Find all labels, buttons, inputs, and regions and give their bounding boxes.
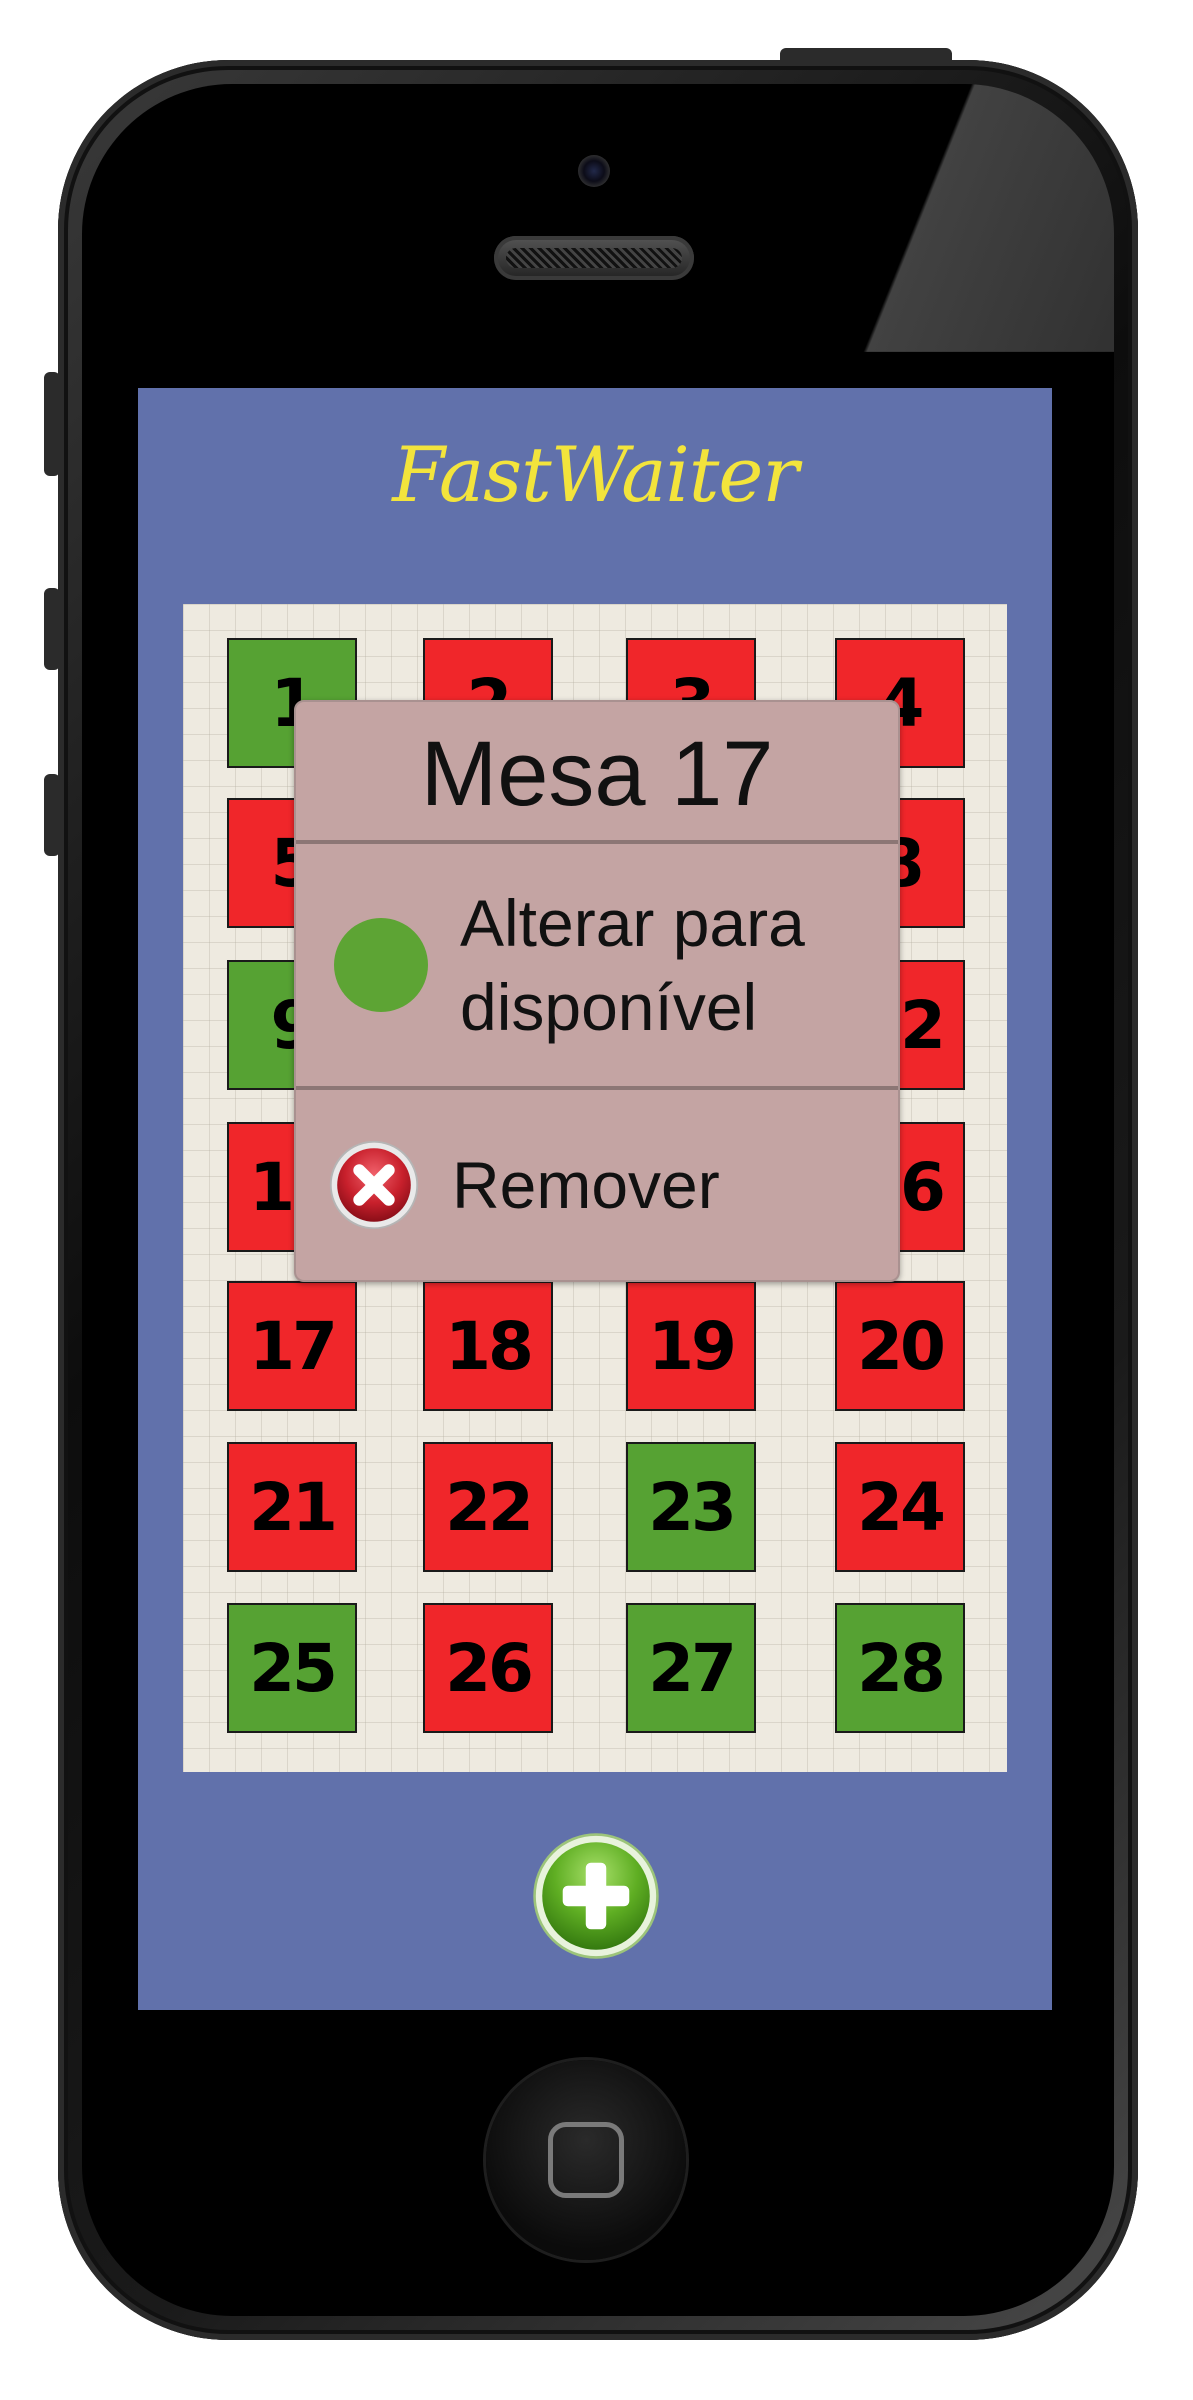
table-tile-22[interactable]: 22 [423,1442,553,1572]
set-available-option[interactable]: Alterar para disponível [296,844,898,1086]
table-tile-24[interactable]: 24 [835,1442,965,1572]
earpiece-speaker [494,236,694,280]
dialog-title: Mesa 17 [420,722,774,825]
table-options-dialog: Mesa 17 Alterar para disponível Remover [294,700,900,1282]
set-available-label-line2: disponível [460,970,758,1044]
table-tile-20[interactable]: 20 [835,1281,965,1411]
green-dot-icon [334,918,428,1012]
front-camera-icon [578,155,610,187]
table-tile-19[interactable]: 19 [626,1281,756,1411]
table-tile-21[interactable]: 21 [227,1442,357,1572]
remove-x-icon [329,1140,419,1230]
remove-option[interactable]: Remover [296,1090,898,1280]
remove-label: Remover [452,1148,720,1222]
table-tile-26[interactable]: 26 [423,1603,553,1733]
table-tile-25[interactable]: 25 [227,1603,357,1733]
home-square-icon [548,2122,624,2198]
home-button [486,2060,686,2260]
set-available-label: Alterar para disponível [460,881,805,1049]
table-tile-23[interactable]: 23 [626,1442,756,1572]
add-table-button[interactable] [532,1832,660,1960]
app-screen: FastWaiter 12345678910111213141516171819… [138,388,1052,2010]
app-title: FastWaiter [392,430,798,519]
table-tile-17[interactable]: 17 [227,1281,357,1411]
table-tile-28[interactable]: 28 [835,1603,965,1733]
table-tile-18[interactable]: 18 [423,1281,553,1411]
table-tile-27[interactable]: 27 [626,1603,756,1733]
set-available-label-line1: Alterar para [460,886,805,960]
